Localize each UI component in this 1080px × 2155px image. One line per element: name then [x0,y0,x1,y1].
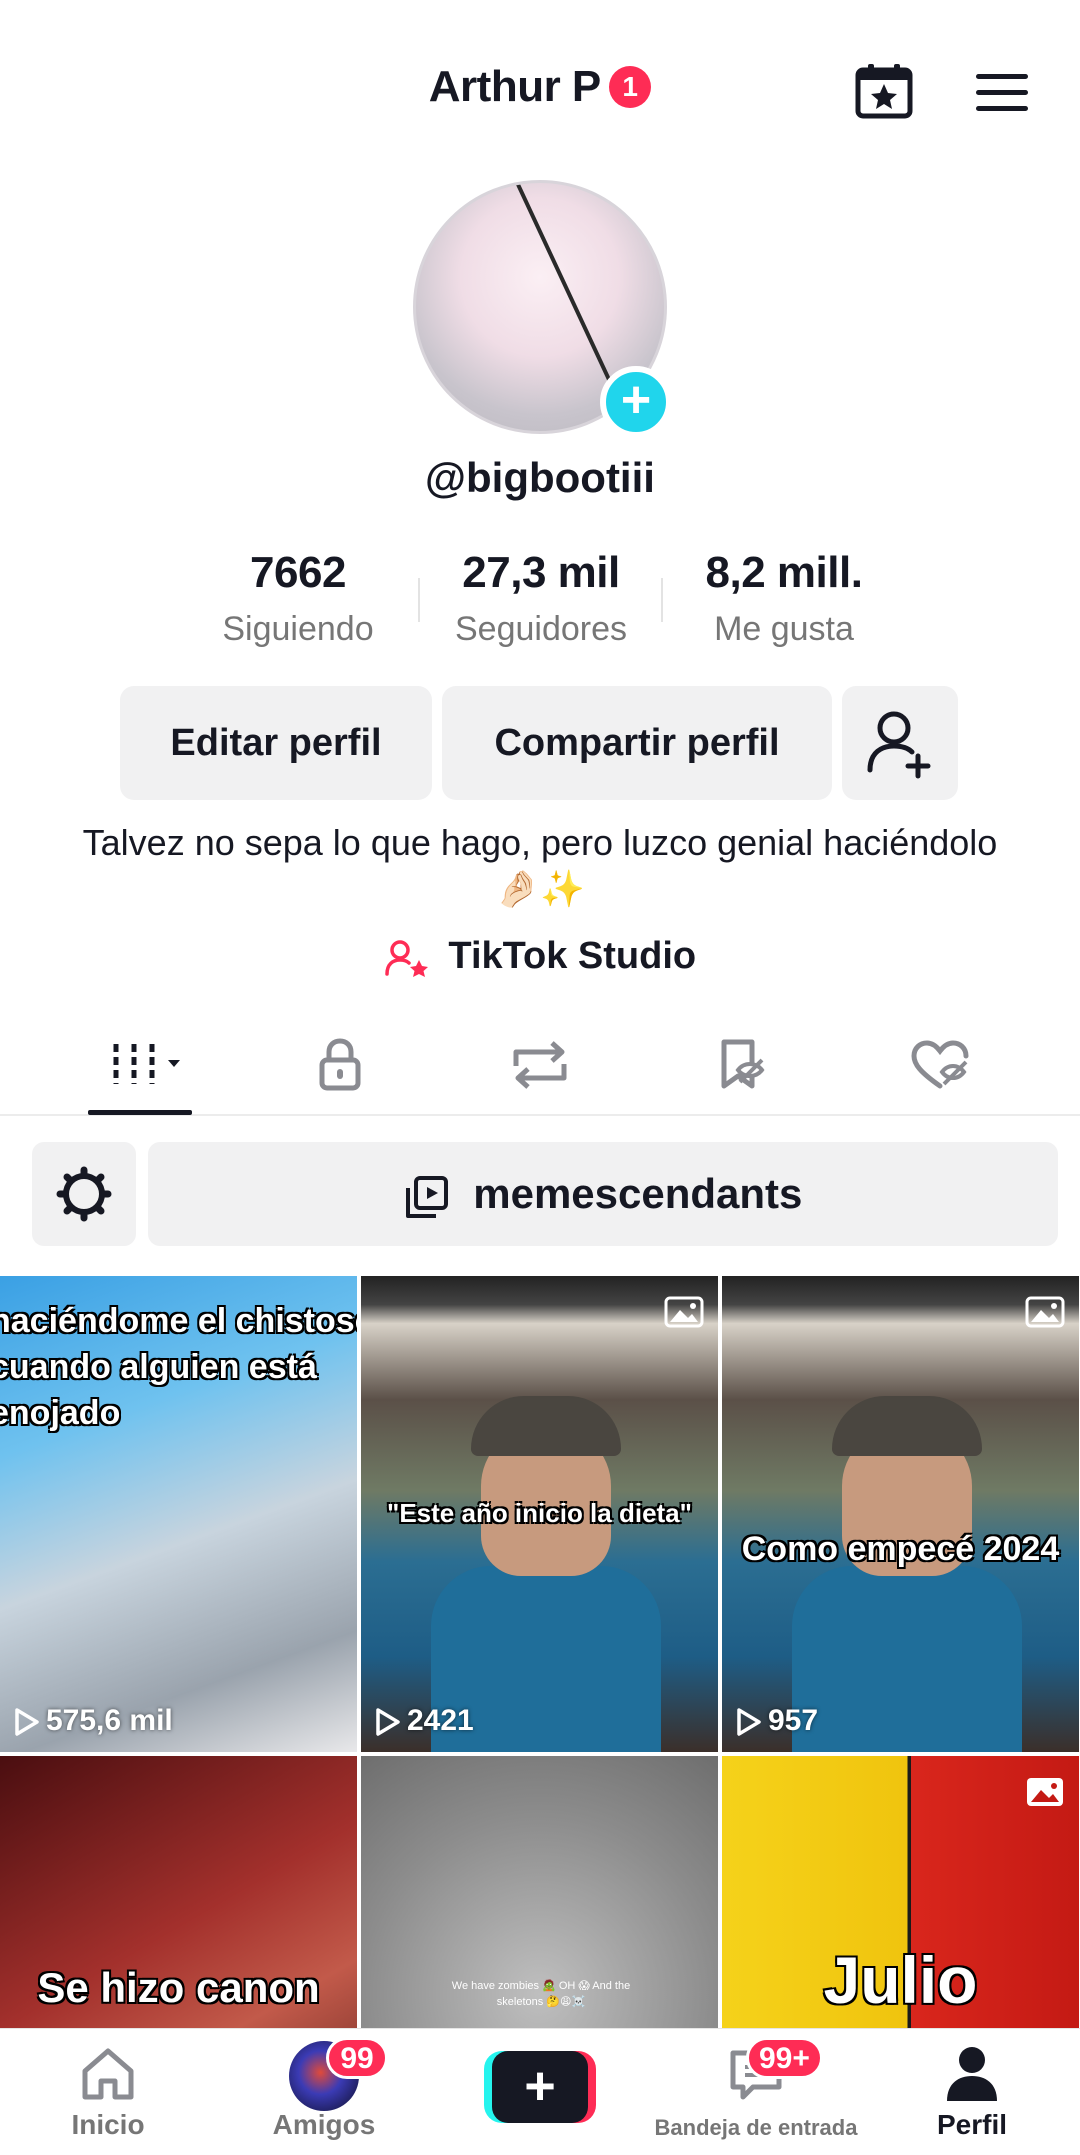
calendar-star-icon[interactable] [852,62,916,122]
view-count: 957 [736,1704,818,1738]
feed-settings-button[interactable] [32,1142,136,1246]
tab-private[interactable] [280,1034,400,1096]
bottom-navigation: Inicio 99 Amigos + 99+ Bandeja de entrad… [0,2028,1080,2155]
creator-star-icon [385,940,428,977]
photo-mode-icon [1027,1778,1063,1806]
nav-home[interactable]: Inicio [0,2029,216,2155]
heart-hidden-icon [911,1040,969,1089]
stat-likes[interactable]: 8,2 mill. Me gusta [664,548,904,649]
stat-followers-label: Seguidores [454,610,627,648]
stat-likes-label: Me gusta [714,610,854,648]
view-count-value: 2421 [407,1704,474,1737]
friends-badge: 99 [326,2037,388,2079]
view-count: 2421 [375,1704,474,1738]
collection-chip[interactable]: memescendants [148,1142,1058,1246]
home-icon [82,2048,134,2100]
edit-profile-button[interactable]: Editar perfil [120,686,432,800]
thumbnail-figure [471,1396,621,1456]
bookmark-hidden-icon [721,1039,765,1089]
tiktok-studio-link[interactable]: TikTok Studio [0,935,1080,978]
video-grid: haciéndome el chistoso cuando alguien es… [0,1276,1080,2028]
plus-icon: + [492,2051,588,2123]
collection-name: memescendants [473,1170,803,1217]
photo-mode-icon [1025,1296,1065,1328]
profile-bio: Talvez no sepa lo que hago, pero luzco g… [82,822,998,909]
tab-videos[interactable] [80,1034,200,1096]
nav-inbox-label: Bandeja de entrada [654,2115,858,2140]
tab-reposts[interactable] [480,1034,600,1096]
nav-friends[interactable]: 99 Amigos [216,2029,432,2155]
nav-friends-label: Amigos [272,2109,376,2140]
video-thumbnail[interactable]: Julio [722,1756,1079,2028]
repost-icon [513,1041,567,1089]
tab-liked[interactable] [880,1034,1000,1096]
menu-icon[interactable] [970,62,1034,122]
thumbnail-caption: Como empecé 2024 [741,1530,1060,1568]
thumbnail-figure [832,1396,982,1456]
nav-home-label: Inicio [71,2109,145,2140]
nav-profile[interactable]: Perfil [864,2029,1080,2155]
thumbnail-caption: Julio [823,1943,978,2017]
thumbnail-caption: We have zombies 🧟 OH 😱 And the skeletons… [451,1980,631,2008]
inbox-badge: 99+ [746,2037,823,2079]
video-thumbnail[interactable]: haciéndome el chistoso cuando alguien es… [0,1276,357,1752]
stat-following-value: 7662 [250,548,346,597]
create-button[interactable]: + [484,2051,596,2123]
account-name[interactable]: Arthur P [429,62,602,112]
thumbnail-caption: "Este año inicio la dieta" [387,1498,692,1528]
profile-person-icon [947,2047,997,2101]
collection-icon [405,1175,448,1218]
play-icon [737,1708,761,1736]
add-avatar-plus-icon[interactable]: + [600,366,672,438]
account-notification-badge: 1 [609,66,652,108]
profile-stats: 7662 Siguiendo 27,3 mil Seguidores 8,2 m… [0,548,1080,658]
photo-mode-icon [664,1296,704,1328]
stat-likes-value: 8,2 mill. [705,548,863,597]
tiktok-studio-label: TikTok Studio [448,935,697,977]
profile-header: Arthur P 1 [0,0,1080,180]
thumbnail-caption: haciéndome el chistoso cuando alguien es… [0,1302,357,1432]
grid-videos-icon [113,1044,180,1084]
add-user-icon [867,711,931,779]
play-icon [15,1708,39,1736]
view-count-value: 575,6 mil [46,1704,173,1737]
nav-inbox[interactable]: 99+ Bandeja de entrada [648,2029,864,2155]
active-tab-indicator [88,1110,192,1115]
add-friends-button[interactable] [842,686,958,800]
content-tabs [0,1010,1080,1116]
video-thumbnail[interactable]: Se hizo canon [0,1756,357,2028]
view-count: 575,6 mil [14,1704,173,1738]
stat-following[interactable]: 7662 Siguiendo [178,548,418,649]
stat-divider [418,578,420,622]
thumbnail-figure [792,1566,1022,1752]
lock-icon [319,1038,361,1091]
tab-saved[interactable] [680,1034,800,1096]
stat-followers-value: 27,3 mil [462,548,620,597]
stat-followers[interactable]: 27,3 mil Seguidores [421,548,661,649]
share-profile-button[interactable]: Compartir perfil [442,686,832,800]
nav-profile-label: Perfil [936,2109,1008,2140]
thumbnail-caption: Se hizo canon [37,1964,320,2011]
stat-divider [661,578,663,622]
account-switcher[interactable]: Arthur P 1 [0,62,1080,112]
stat-following-label: Siguiendo [222,610,374,648]
profile-username[interactable]: @bigbootiii [0,454,1080,502]
video-thumbnail[interactable]: We have zombies 🧟 OH 😱 And the skeletons… [361,1756,718,2028]
gear-icon [56,1166,112,1222]
video-thumbnail[interactable]: Como empecé 2024 957 [722,1276,1079,1752]
play-icon [376,1708,400,1736]
view-count-value: 957 [768,1704,819,1737]
video-thumbnail[interactable]: "Este año inicio la dieta" 2421 [361,1276,718,1752]
